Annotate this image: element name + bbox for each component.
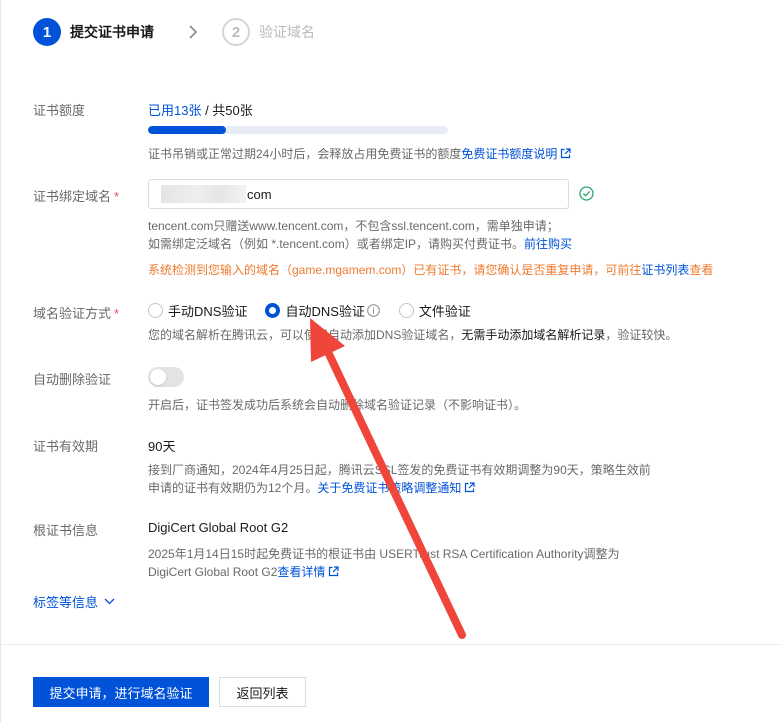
redacted-domain bbox=[161, 185, 246, 203]
domain-input-value: com bbox=[247, 186, 272, 202]
buy-link[interactable]: 前往购买 bbox=[524, 237, 572, 251]
submit-button[interactable]: 提交申请，进行域名验证 bbox=[33, 677, 209, 707]
verify-label: 域名验证方式 * bbox=[33, 306, 120, 321]
quota-help: 证书吊销或正常过期24小时后，会释放占用免费证书的额度免费证书额度说明 bbox=[148, 145, 571, 163]
radio-manual-dns[interactable]: 手动DNS验证 bbox=[148, 301, 247, 320]
check-circle-icon bbox=[579, 186, 594, 204]
left-border bbox=[0, 0, 1, 722]
step-1-label: 提交证书申请 bbox=[70, 24, 154, 40]
back-to-list-button[interactable]: 返回列表 bbox=[219, 677, 306, 707]
domain-warning: 系统检测到您输入的域名（game.mgamem.com）已有证书，请您确认是否重… bbox=[148, 263, 714, 277]
validity-value: 90天 bbox=[148, 439, 176, 454]
quota-label: 证书额度 bbox=[33, 103, 86, 118]
step-2-number: 2 bbox=[222, 18, 250, 46]
steps-bar: 1 提交证书申请 2 验证域名 bbox=[33, 18, 315, 46]
root-cert-help-line1: 2025年1月14日15时起免费证书的根证书由 USERTrust RSA Ce… bbox=[148, 547, 620, 561]
auto-delete-help: 开启后，证书签发成功后系统会自动删除域名验证记录（不影响证书）。 bbox=[148, 398, 527, 412]
cert-list-link[interactable]: 证书列表 bbox=[641, 263, 689, 277]
radio-auto-dns[interactable]: 自动DNS验证 bbox=[265, 301, 383, 320]
domain-help-line2: 如需绑定泛域名（例如 *.tencent.com）或者绑定IP，请购买付费证书。… bbox=[148, 237, 573, 251]
quota-total: / 共50张 bbox=[201, 103, 253, 118]
root-cert-label: 根证书信息 bbox=[33, 523, 99, 538]
domain-input[interactable]: com bbox=[148, 179, 569, 209]
auto-delete-label: 自动删除验证 bbox=[33, 372, 112, 387]
chevron-right-icon bbox=[188, 25, 198, 39]
validity-help-line2: 申请的证书有效期仍为12个月。关于免费证书策略调整通知 bbox=[148, 479, 475, 497]
radio-circle-icon bbox=[398, 302, 414, 318]
radio-circle-icon bbox=[148, 302, 163, 318]
radio-checked-icon bbox=[265, 302, 281, 318]
radio-file[interactable]: 文件验证 bbox=[398, 301, 471, 320]
policy-notice-link[interactable]: 关于免费证书策略调整通知 bbox=[317, 481, 461, 495]
quota-used: 已用13张 bbox=[148, 103, 202, 118]
root-cert-value: DigiCert Global Root G2 bbox=[148, 520, 289, 535]
quota-help-link[interactable]: 免费证书额度说明 bbox=[461, 147, 557, 161]
validity-label: 证书有效期 bbox=[33, 439, 99, 454]
external-link-icon bbox=[464, 482, 475, 493]
root-cert-help-line2: DigiCert Global Root G2查看详情 bbox=[148, 563, 340, 581]
verify-radio-group: 手动DNS验证 自动DNS验证 文件验证 bbox=[148, 300, 489, 320]
toggle-knob bbox=[150, 369, 166, 385]
quota-help-text: 证书吊销或正常过期24小时后，会释放占用免费证书的额度 bbox=[148, 147, 462, 161]
step-1-number: 1 bbox=[33, 18, 61, 46]
quota-progress-fill bbox=[148, 126, 226, 134]
validity-help-line1: 接到厂商通知，2024年4月25日起，腾讯云SSL签发的免费证书有效期调整为90… bbox=[148, 463, 651, 477]
annotation-arrow-icon bbox=[310, 318, 466, 639]
domain-label: 证书绑定域名 * bbox=[33, 189, 120, 204]
external-link-icon bbox=[560, 148, 571, 159]
auto-delete-toggle[interactable] bbox=[148, 367, 184, 387]
view-details-link[interactable]: 查看详情 bbox=[277, 565, 325, 579]
step-2-label: 验证域名 bbox=[259, 24, 315, 40]
chevron-down-icon bbox=[104, 598, 115, 605]
domain-help-line1: tencent.com只赠送www.tencent.com，不包含ssl.ten… bbox=[148, 219, 559, 233]
more-info-toggle[interactable]: 标签等信息 bbox=[33, 592, 115, 611]
info-icon[interactable] bbox=[367, 303, 380, 317]
verify-help: 您的域名解析在腾讯云，可以使用自动添加DNS验证域名，无需手动添加域名解析记录，… bbox=[148, 328, 678, 342]
quota-progress-bar bbox=[148, 126, 448, 134]
quota-value: 已用13张 / 共50张 bbox=[148, 100, 253, 119]
footer-divider bbox=[0, 644, 782, 645]
external-link-icon bbox=[328, 566, 340, 577]
